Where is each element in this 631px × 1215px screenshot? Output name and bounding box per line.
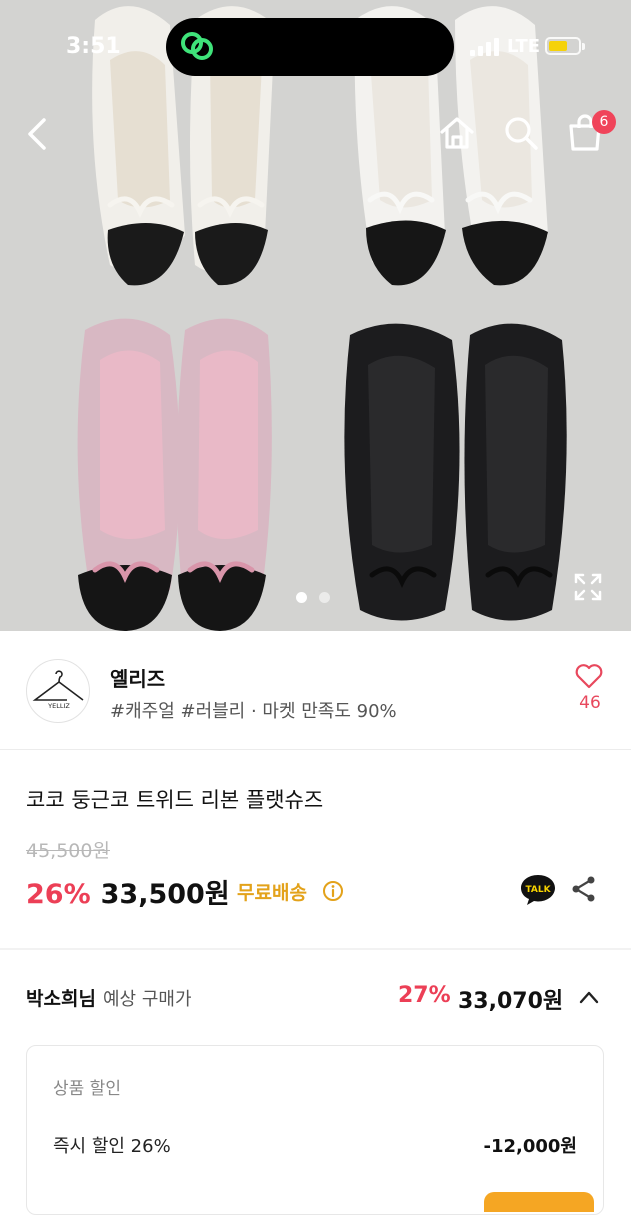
store-name[interactable]: 옐리즈 [110, 663, 165, 692]
heart-icon[interactable] [575, 663, 603, 689]
link-activity-icon [181, 32, 213, 60]
home-icon[interactable] [438, 114, 476, 152]
instant-discount-label: 즉시 할인 26% [53, 1136, 171, 1157]
product-image-gallery[interactable]: 3:51 LTE 6 [0, 0, 631, 631]
instant-discount-value: -12,000원 [483, 1136, 578, 1157]
share-icon[interactable] [570, 875, 598, 903]
chevron-up-icon[interactable] [578, 989, 600, 1005]
discount-detail-card: 상품 할인 즉시 할인 26% -12,000원 [26, 1045, 604, 1215]
discount-card-title: 상품 할인 [53, 1079, 121, 1099]
expected-discount-rate: 27% [398, 983, 451, 1008]
shoe-pink-2 [176, 318, 272, 631]
pagination-dot-active[interactable] [296, 592, 307, 603]
hanger-logo-icon: YELLIZ [32, 670, 84, 710]
store-logo-text: YELLIZ [47, 702, 70, 710]
gallery-pagination [296, 588, 342, 607]
free-shipping-label: 무료배송 [237, 882, 307, 904]
product-photo [0, 0, 631, 631]
back-arrow-icon[interactable] [24, 116, 52, 152]
expected-price: 33,070원 [458, 989, 564, 1014]
network-type: LTE [507, 36, 541, 57]
like-count: 46 [579, 693, 601, 713]
discount-rate: 26% [26, 879, 91, 910]
cart-count-badge: 6 [592, 110, 616, 134]
shoe-black-1 [344, 323, 460, 621]
fullscreen-expand-icon[interactable] [573, 572, 603, 602]
user-name: 박소희님 [26, 988, 96, 1010]
store-logo[interactable]: YELLIZ [26, 659, 90, 723]
purchase-button[interactable] [484, 1192, 594, 1212]
status-bar: 3:51 LTE [0, 18, 631, 76]
expected-price-label: 예상 구매가 [103, 989, 192, 1010]
cell-signal-icon [470, 38, 499, 56]
product-title: 코코 둥근코 트위드 리본 플랫슈즈 [26, 788, 324, 812]
store-section[interactable]: YELLIZ 옐리즈 #캐주얼 #러블리 · 마켓 만족도 90% 46 [0, 631, 631, 750]
search-icon[interactable] [502, 114, 540, 152]
pagination-dot[interactable] [319, 592, 330, 603]
sale-price: 33,500원 [100, 879, 230, 910]
store-tags: #캐주얼 #러블리 · 마켓 만족도 90% [110, 701, 397, 722]
talk-label: TALK [525, 885, 551, 895]
battery-tip [582, 43, 585, 50]
status-time: 3:51 [66, 34, 121, 59]
info-icon[interactable] [322, 880, 344, 902]
battery-icon [545, 37, 581, 55]
section-divider [0, 948, 631, 950]
kakao-talk-icon[interactable]: TALK [520, 873, 556, 907]
original-price: 45,500원 [26, 840, 110, 862]
price-row: 26% 33,500원 [26, 872, 230, 910]
shoe-pink-1 [77, 318, 180, 631]
